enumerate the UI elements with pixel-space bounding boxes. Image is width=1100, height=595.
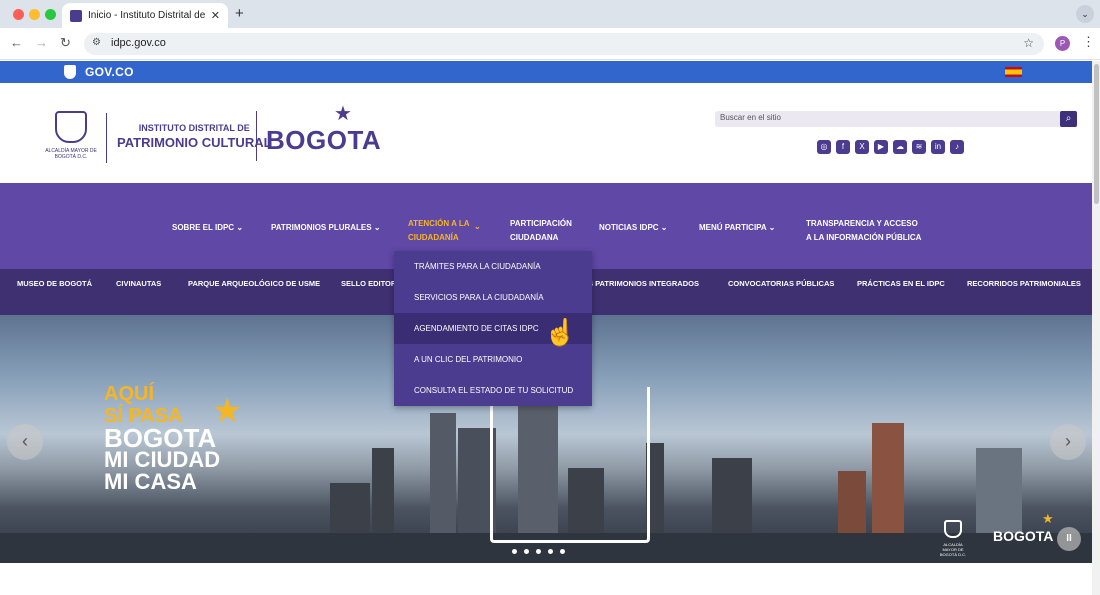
spanish-flag-icon[interactable] <box>1005 67 1022 77</box>
browser-tab-strip: Inicio - Instituto Distrital de P ✕ + ⌄ <box>0 0 1100 28</box>
carousel-dots <box>512 549 565 554</box>
carousel-dot[interactable] <box>524 549 529 554</box>
dropdown-item-agendamiento[interactable]: AGENDAMIENTO DE CITAS IDPC ☝ <box>394 313 592 347</box>
carousel-pause-button[interactable]: II <box>1057 527 1081 551</box>
subnav-convocatorias[interactable]: CONVOCATORIAS PÚBLICAS <box>728 279 834 288</box>
subnav-practicas[interactable]: PRÁCTICAS EN EL IDPC <box>857 279 945 288</box>
alcaldia-escudo-icon <box>55 111 87 143</box>
site-info-icon[interactable]: ⚙ <box>92 37 101 48</box>
idpc-logo[interactable]: INSTITUTO DISTRITAL DE PATRIMONIO CULTUR… <box>117 123 272 150</box>
social-links: ◎ f X ▶ ☁ ≋ in ♪ <box>817 140 964 154</box>
youtube-icon[interactable]: ▶ <box>874 140 888 154</box>
maximize-window-button[interactable] <box>45 9 56 20</box>
subnav-museo-de-bogota[interactable]: MUSEO DE BOGOTÁ <box>17 279 92 288</box>
carousel-prev-button[interactable]: ‹ <box>7 424 43 460</box>
instagram-icon[interactable]: ◎ <box>817 140 831 154</box>
subnav-parque-arqueologico[interactable]: PARQUE ARQUEOLÓGICO DE USME <box>188 279 320 288</box>
carousel-next-button[interactable]: › <box>1050 424 1086 460</box>
dropdown-item-servicios[interactable]: SERVICIOS PARA LA CIUDADANÍA <box>394 282 592 313</box>
browser-tab[interactable]: Inicio - Instituto Distrital de P ✕ <box>62 3 228 28</box>
dropdown-item-a-un-clic[interactable]: A UN CLIC DEL PATRIMONIO <box>394 344 592 375</box>
chevron-down-icon: ⌄ <box>660 223 668 232</box>
house-outline-graphic <box>490 387 650 543</box>
new-tab-button[interactable]: + <box>235 5 244 22</box>
chevron-down-icon: ⌄ <box>474 222 481 231</box>
x-icon[interactable]: X <box>855 140 869 154</box>
institute-line-1: INSTITUTO DISTRITAL DE <box>138 123 250 133</box>
subnav-patrimonios-integrados[interactable]: S PATRIMONIOS INTEGRADOS <box>588 279 699 288</box>
nav-participacion-ciudadana[interactable]: PARTICIPACIÓN CIUDADANA <box>510 217 572 245</box>
tiktok-icon[interactable]: ♪ <box>950 140 964 154</box>
dropdown-item-tramites[interactable]: TRÁMITES PARA LA CIUDADANÍA <box>394 251 592 282</box>
minimize-window-button[interactable] <box>29 9 40 20</box>
site-header: ALCALDÍA MAYOR DE BOGOTÁ D.C. INSTITUTO … <box>0 83 1092 183</box>
soundcloud-icon[interactable]: ☁ <box>893 140 907 154</box>
site-search[interactable]: Buscar en el sitio ⌕ <box>715 111 1077 127</box>
subnav-civinautas[interactable]: CIVINAUTAS <box>116 279 161 288</box>
nav-sobre-el-idpc[interactable]: SOBRE EL IDPC ⌄ <box>172 221 243 235</box>
gov-co-link[interactable]: GOV.CO <box>85 65 134 79</box>
reload-icon[interactable]: ↻ <box>60 35 71 51</box>
hero-escudo-icon <box>944 520 962 538</box>
hero-bogota-logo: BOGOTA <box>993 528 1054 544</box>
nav-transparencia[interactable]: TRANSPARENCIA Y ACCESO A LA INFORMACIÓN … <box>806 217 921 245</box>
chevron-down-icon: ⌄ <box>373 223 381 232</box>
address-bar[interactable]: ⚙ idpc.gov.co ☆ <box>84 33 1044 55</box>
bogota-star-icon: ★ <box>334 103 352 125</box>
subnav-recorridos[interactable]: RECORRIDOS PATRIMONIALES <box>967 279 1081 288</box>
hero-slogan: AQUÍ SÍ PASA BOGOTA MI CIUDAD MI CASA <box>104 383 221 494</box>
institute-line-2: PATRIMONIO CULTURAL <box>117 135 272 150</box>
nav-noticias-idpc[interactable]: NOTICIAS IDPC ⌄ <box>599 221 668 235</box>
forward-arrow-icon[interactable]: → <box>35 35 48 50</box>
hero-star-icon: ★ <box>1042 511 1054 526</box>
search-icon[interactable]: ⌕ <box>1060 111 1077 127</box>
idpc-favicon-icon <box>70 9 82 22</box>
tab-close-icon[interactable]: ✕ <box>211 9 220 22</box>
logo-divider <box>106 113 107 163</box>
chevron-down-icon: ⌄ <box>236 223 244 232</box>
back-arrow-icon[interactable]: ← <box>10 35 23 50</box>
bookmark-star-icon[interactable]: ☆ <box>1023 36 1034 50</box>
carousel-dot[interactable] <box>536 549 541 554</box>
dropdown-item-consulta[interactable]: CONSULTA EL ESTADO DE TU SOLICITUD <box>394 375 592 406</box>
carousel-dot[interactable] <box>560 549 565 554</box>
carousel-dot[interactable] <box>548 549 553 554</box>
scrollbar-thumb[interactable] <box>1094 64 1099 204</box>
atencion-dropdown-menu: TRÁMITES PARA LA CIUDADANÍA SERVICIOS PA… <box>394 251 592 406</box>
nav-menu-participa[interactable]: MENÚ PARTICIPA ⌄ <box>699 221 775 235</box>
gov-co-shield-icon <box>64 65 76 79</box>
spotify-icon[interactable]: ≋ <box>912 140 926 154</box>
browser-menu-icon[interactable]: ⋮ <box>1082 34 1095 50</box>
gov-co-bar: GOV.CO <box>0 61 1092 83</box>
bogota-logo[interactable]: BOGOTA <box>266 125 381 156</box>
browser-toolbar: ← → ↻ ⚙ idpc.gov.co ☆ P ⋮ <box>0 28 1100 60</box>
tab-title: Inicio - Instituto Distrital de P <box>88 10 207 21</box>
search-input[interactable]: Buscar en el sitio <box>720 113 781 122</box>
slogan-star-icon: ★ <box>212 392 243 430</box>
close-window-button[interactable] <box>13 9 24 20</box>
nav-patrimonios-plurales[interactable]: PATRIMONIOS PLURALES ⌄ <box>271 221 381 235</box>
url-text[interactable]: idpc.gov.co <box>111 37 166 49</box>
carousel-dot[interactable] <box>512 549 517 554</box>
profile-avatar[interactable]: P <box>1055 36 1070 51</box>
subnav-sello-editorial[interactable]: SELLO EDITORI <box>341 279 398 288</box>
pointer-hand-icon: ☝ <box>544 317 577 347</box>
logo-divider <box>256 111 257 161</box>
chevron-down-icon: ⌄ <box>768 223 776 232</box>
linkedin-icon[interactable]: in <box>931 140 945 154</box>
alcaldia-logo-text: ALCALDÍA MAYOR DE BOGOTÁ D.C. <box>45 148 97 160</box>
facebook-icon[interactable]: f <box>836 140 850 154</box>
tab-search-button[interactable]: ⌄ <box>1076 5 1094 23</box>
hero-escudo-text: ALCALDÍA MAYOR DE BOGOTÁ D.C. <box>939 542 967 557</box>
nav-atencion-ciudadania[interactable]: ATENCIÓN A LA CIUDADANÍA ⌄ <box>408 217 481 245</box>
